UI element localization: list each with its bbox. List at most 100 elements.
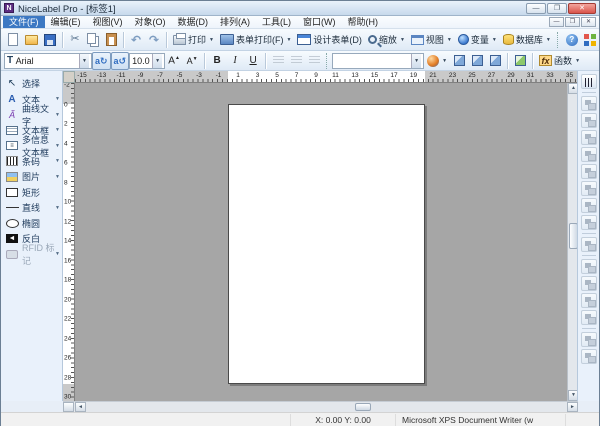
fill-color-button[interactable]: ▼ <box>424 52 450 70</box>
toolbox-item-选择[interactable]: ↖选择 <box>1 76 62 92</box>
app-window: N NiceLabel Pro - [标签1] — ❐ ✕ 文件(F)编辑(E)… <box>0 0 600 426</box>
toolbox-item-label: 矩形 <box>22 186 40 199</box>
save-button[interactable] <box>41 31 59 49</box>
data-cube-button[interactable] <box>511 52 529 70</box>
decrease-font-button[interactable]: A▼ <box>183 52 201 70</box>
text-direction-horizontal-button[interactable]: a↻ <box>92 52 111 70</box>
text-direction-vertical-button[interactable]: a↺ <box>111 52 130 70</box>
font-size-combo[interactable]: 10.0 ▼ <box>129 53 165 69</box>
align-left-button[interactable] <box>269 52 287 70</box>
align-right-button[interactable] <box>305 52 323 70</box>
underline-button[interactable]: U <box>244 52 262 70</box>
data-source-combo[interactable]: ▼ <box>332 53 424 69</box>
function-button[interactable]: fx 函数▼ <box>536 52 583 70</box>
database-button[interactable]: 数据库▼ <box>500 31 554 49</box>
toolbox-item-直线[interactable]: 直线▼ <box>1 200 62 216</box>
design-form-button[interactable]: 设计表单(D) <box>294 31 365 49</box>
chevron-down-icon[interactable]: ▼ <box>55 174 60 180</box>
italic-button[interactable]: I <box>226 52 244 70</box>
align-center-button[interactable] <box>287 52 305 70</box>
menu-item-4[interactable]: 数据(D) <box>172 16 215 28</box>
chevron-down-icon[interactable]: ▼ <box>152 54 162 68</box>
close-button[interactable]: ✕ <box>568 3 596 14</box>
form-print-button[interactable]: 表单打印(F)▼ <box>217 31 294 49</box>
open-folder-icon <box>25 35 38 45</box>
toolbox-item-图片[interactable]: 图片▼ <box>1 169 62 185</box>
chevron-down-icon[interactable]: ▼ <box>55 112 60 118</box>
grid-icon[interactable] <box>581 332 597 347</box>
menu-item-2[interactable]: 视图(V) <box>87 16 129 28</box>
chevron-down-icon[interactable]: ▼ <box>55 158 60 164</box>
group-icon[interactable] <box>581 259 597 274</box>
scroll-corner-button[interactable] <box>63 402 74 412</box>
chevron-down-icon[interactable]: ▼ <box>411 54 421 68</box>
vruler-label: 6 <box>64 160 68 167</box>
label-page[interactable] <box>228 104 425 384</box>
align-right-icon[interactable] <box>581 130 597 145</box>
mdi-minimize-button[interactable]: — <box>549 17 564 27</box>
chevron-down-icon[interactable]: ▼ <box>55 143 60 149</box>
variable-cube-button-2[interactable] <box>468 52 486 70</box>
hruler-label: -1 <box>216 72 222 79</box>
help-button[interactable]: ? <box>563 31 581 49</box>
menu-item-7[interactable]: 窗口(W) <box>297 16 342 28</box>
variable-cube-button-3[interactable] <box>486 52 504 70</box>
bring-to-front-icon[interactable] <box>581 293 597 308</box>
align-top-icon[interactable] <box>581 147 597 162</box>
paste-button[interactable] <box>102 31 120 49</box>
mdi-restore-button[interactable]: ❐ <box>565 17 580 27</box>
font-family-combo[interactable]: T Arial ▼ <box>4 53 92 69</box>
chevron-down-icon[interactable]: ▼ <box>79 54 89 68</box>
hruler-label: -15 <box>77 72 86 79</box>
menu-item-3[interactable]: 对象(O) <box>129 16 172 28</box>
toolbox-item-曲线文字[interactable]: Ã曲线文字▼ <box>1 107 62 123</box>
maximize-button[interactable]: ❐ <box>547 3 567 14</box>
mdi-close-button[interactable]: ✕ <box>581 17 596 27</box>
variable-cube-button-1[interactable] <box>450 52 468 70</box>
open-button[interactable] <box>22 31 41 49</box>
send-to-back-icon[interactable] <box>581 310 597 325</box>
hruler-label: 3 <box>256 72 260 79</box>
toolbox-item-矩形[interactable]: 矩形 <box>1 185 62 201</box>
menu-item-1[interactable]: 编辑(E) <box>45 16 87 28</box>
undo-button[interactable]: ↶ <box>127 31 145 49</box>
design-canvas[interactable] <box>75 83 567 401</box>
variable-button[interactable]: 变量▼ <box>455 31 500 49</box>
view-button[interactable]: 视图▼ <box>408 31 455 49</box>
toolbox-item-椭圆[interactable]: 椭圆 <box>1 216 62 232</box>
distribute-horizontal-icon[interactable] <box>581 198 597 213</box>
print-button[interactable]: 打印▼ <box>170 31 217 49</box>
minimize-button[interactable]: — <box>526 3 546 14</box>
horizontal-scrollbar[interactable]: ◄ ► <box>63 401 578 412</box>
separator <box>582 233 596 234</box>
copy-button[interactable] <box>84 31 102 49</box>
menu-item-5[interactable]: 排列(A) <box>214 16 256 28</box>
chevron-down-icon[interactable]: ▼ <box>55 205 60 211</box>
chevron-down-icon[interactable]: ▼ <box>55 96 60 102</box>
scroll-right-icon[interactable]: ► <box>567 402 578 412</box>
vruler-label: 12 <box>64 218 71 225</box>
horizontal-scroll-thumb[interactable] <box>355 403 371 411</box>
rotate-icon[interactable] <box>581 237 597 252</box>
new-document-button[interactable] <box>4 31 22 49</box>
align-bottom-icon[interactable] <box>581 181 597 196</box>
menu-item-8[interactable]: 帮助(H) <box>342 16 385 28</box>
elements-icon[interactable] <box>581 74 597 89</box>
toolbox-item-多信息文本框[interactable]: ≡多信息文本框▼ <box>1 138 62 154</box>
menu-item-0[interactable]: 文件(F) <box>3 16 45 28</box>
align-middle-vertical-icon[interactable] <box>581 164 597 179</box>
cut-button[interactable]: ✂ <box>66 31 84 49</box>
redo-button[interactable]: ↷ <box>145 31 163 49</box>
align-left-icon[interactable] <box>581 96 597 111</box>
ungroup-icon[interactable] <box>581 276 597 291</box>
snap-to-grid-icon[interactable] <box>581 349 597 364</box>
bold-button[interactable]: B <box>208 52 226 70</box>
menu-item-6[interactable]: 工具(L) <box>256 16 297 28</box>
applications-button[interactable] <box>581 31 599 49</box>
distribute-vertical-icon[interactable] <box>581 215 597 230</box>
increase-font-button[interactable]: A▲ <box>165 52 183 70</box>
align-center-horizontal-icon[interactable] <box>581 113 597 128</box>
zoom-button[interactable]: 缩放▼ <box>365 31 408 49</box>
chevron-down-icon[interactable]: ▼ <box>55 127 60 133</box>
scroll-left-icon[interactable]: ◄ <box>75 402 86 412</box>
